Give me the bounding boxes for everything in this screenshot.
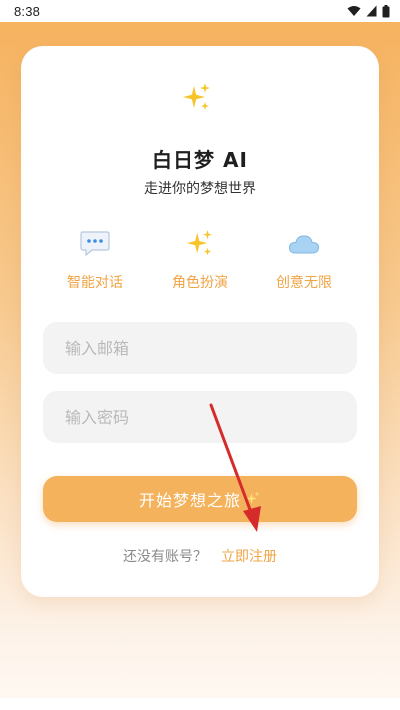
password-field[interactable] bbox=[43, 391, 357, 443]
email-field[interactable] bbox=[43, 322, 357, 374]
feature-label: 智能对话 bbox=[67, 275, 123, 291]
battery-icon bbox=[382, 4, 390, 17]
app-subtitle: 走进你的梦想世界 bbox=[144, 181, 256, 197]
cloud-icon bbox=[288, 235, 320, 254]
wifi-icon bbox=[347, 6, 361, 16]
sparkles-icon bbox=[183, 83, 210, 110]
sparkles-icon bbox=[186, 229, 213, 256]
signal-icon bbox=[366, 5, 377, 17]
register-question: 还没有账号？ bbox=[123, 549, 207, 565]
feature-smart-chat: 智能对话 bbox=[45, 228, 145, 292]
start-dream-button[interactable]: 开始梦想之旅 bbox=[43, 476, 357, 522]
status-icons bbox=[347, 4, 390, 18]
register-link[interactable]: 立即注册 bbox=[221, 549, 277, 565]
bottom-system-bar bbox=[0, 698, 400, 710]
register-row: 还没有账号？ 立即注册 bbox=[21, 546, 379, 566]
app-title: 白日梦 AI bbox=[152, 148, 248, 172]
chat-bubble-icon bbox=[80, 231, 110, 257]
sparkles-icon bbox=[246, 491, 260, 504]
start-dream-button-label: 开始梦想之旅 bbox=[138, 491, 241, 510]
status-bar: 8:38 bbox=[0, 0, 400, 22]
feature-role-play: 角色扮演 bbox=[150, 228, 250, 292]
feature-creative: 创意无限 bbox=[254, 228, 354, 292]
feature-label: 创意无限 bbox=[276, 275, 332, 291]
feature-label: 角色扮演 bbox=[172, 275, 228, 291]
status-time: 8:38 bbox=[14, 3, 41, 19]
login-card: 白日梦 AI 走进你的梦想世界 智能对话 角色扮演 创意无限 输入邮箱 开始梦想… bbox=[21, 46, 379, 597]
